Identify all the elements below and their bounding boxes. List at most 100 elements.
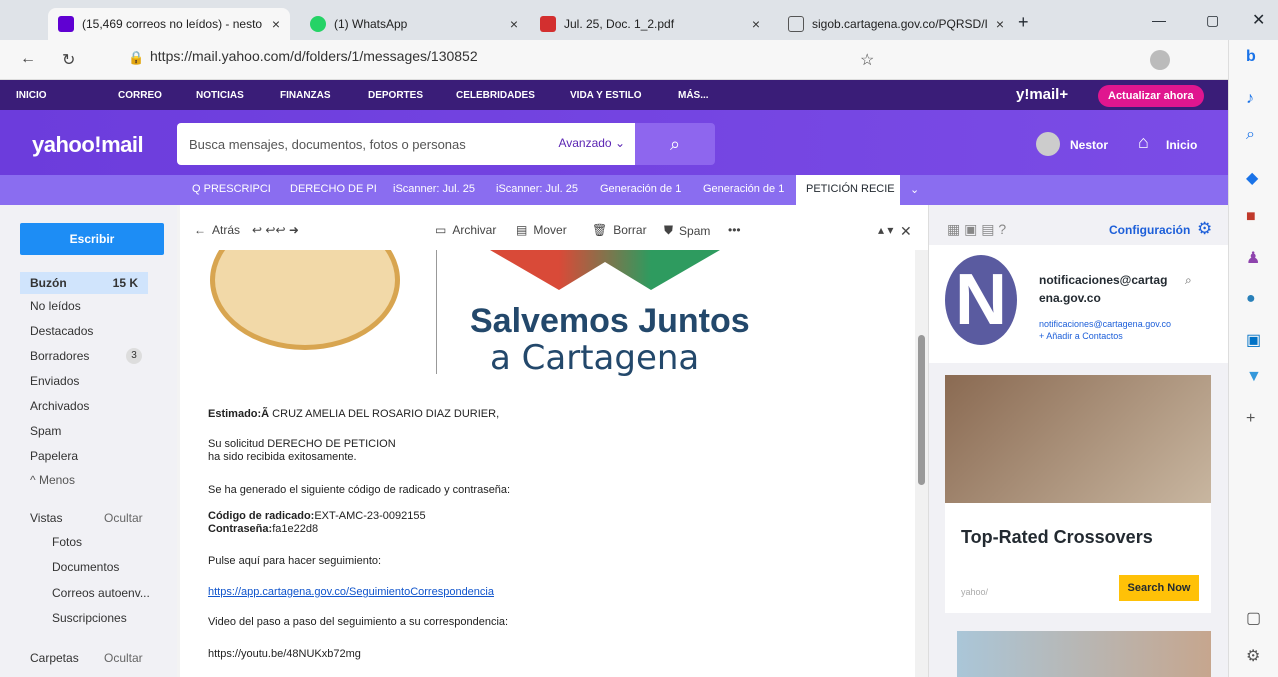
nav-noticias[interactable]: NOTICIAS [196, 90, 244, 101]
folder-trash[interactable]: Papelera [30, 449, 78, 463]
slogan-line-2: a Cartagena [490, 338, 700, 378]
msg-tab[interactable]: Q PRESCRIPCI [192, 183, 282, 195]
ad-card[interactable]: Top-Rated Crossovers yahoo/ Search Now [945, 375, 1211, 613]
close-message-icon[interactable]: ✕ [900, 223, 912, 240]
reply-icon[interactable]: ↩ ↩↩ ➜ [252, 223, 299, 237]
msg-tab[interactable]: iScanner: Jul. 25 [496, 183, 594, 195]
view-self-emails[interactable]: Correos autoenv... [52, 586, 150, 600]
star-icon[interactable]: ☆ [860, 50, 874, 70]
message-toolbar: ← Atrás ↩ ↩↩ ➜ ▭ Archivar ▤ Mover 🗑 Borr… [180, 205, 928, 250]
sidebar-toggle-icon[interactable]: ▢ [1246, 608, 1261, 628]
chevron-down-icon[interactable]: ⌄ [910, 183, 919, 196]
msg-tab[interactable]: iScanner: Jul. 25 [393, 183, 491, 195]
folder-drafts[interactable]: Borradores [30, 349, 89, 363]
slogan-graphic [490, 250, 720, 290]
tab-sigob[interactable]: sigob.cartagena.gov.co/PQRSD/I × [778, 8, 1008, 40]
ad-image-2[interactable] [957, 631, 1211, 677]
settings-link[interactable]: Configuración [1109, 223, 1190, 237]
tab-whatsapp[interactable]: (1) WhatsApp × [300, 8, 528, 40]
profile-icon[interactable] [1150, 50, 1170, 70]
tab-pdf[interactable]: Jul. 25, Doc. 1_2.pdf × [530, 8, 770, 40]
folder-unread[interactable]: No leídos [30, 299, 81, 313]
search-input[interactable]: Busca mensajes, documentos, fotos o pers… [177, 123, 635, 165]
games-icon[interactable]: ♟ [1246, 248, 1260, 268]
delete-button[interactable]: 🗑 Borrar [592, 223, 647, 237]
send-icon[interactable]: ▼ [1246, 368, 1262, 386]
close-icon[interactable]: × [752, 16, 760, 32]
tab-yahoo-mail[interactable]: (15,469 correos no leídos) - nesto × [48, 8, 290, 40]
url-field[interactable]: https://mail.yahoo.com/d/folders/1/messa… [150, 48, 478, 64]
folder-inbox[interactable]: Buzón 15 K [20, 272, 148, 294]
toolbox-icon[interactable]: ■ [1246, 208, 1256, 226]
folders-hide[interactable]: Ocultar [104, 651, 143, 665]
upgrade-button[interactable]: Actualizar ahora [1098, 85, 1204, 107]
back-button[interactable]: ← Atrás [194, 223, 240, 237]
office-icon[interactable]: ● [1246, 290, 1256, 308]
nav-vida[interactable]: VIDA Y ESTILO [570, 90, 642, 101]
mail-icon [58, 16, 74, 32]
search-icon[interactable]: ⌕ [1246, 126, 1255, 144]
folder-starred[interactable]: Destacados [30, 324, 93, 338]
nav-correo[interactable]: CORREO [118, 90, 162, 101]
scroll-thumb[interactable] [918, 335, 925, 485]
archive-button[interactable]: ▭ Archivar [435, 223, 496, 237]
bell-icon[interactable]: ♪ [1246, 90, 1254, 108]
msg-tab-active[interactable]: PETICIÓN RECIE [796, 175, 900, 205]
ad-cta-button[interactable]: Search Now [1119, 575, 1199, 601]
view-subscriptions[interactable]: Suscripciones [52, 611, 127, 625]
advanced-search-button[interactable]: Avanzado ⌄ [558, 136, 625, 150]
minimize-icon[interactable]: — [1152, 12, 1166, 28]
more-button[interactable]: ••• [728, 223, 741, 237]
msg-tab[interactable]: Generación de 1 [600, 183, 696, 195]
search-button[interactable]: ⌕ [635, 123, 715, 165]
move-button[interactable]: ▤ Mover [516, 223, 567, 237]
ad-title[interactable]: Top-Rated Crossovers [961, 527, 1153, 548]
add-icon[interactable]: + [1246, 410, 1255, 428]
gear-icon[interactable]: ⚙ [1197, 219, 1212, 239]
add-contact-link[interactable]: + Añadir a Contactos [1039, 331, 1123, 341]
inbox-count: 15 K [112, 276, 138, 290]
refresh-icon[interactable]: ↻ [62, 50, 75, 70]
video-link[interactable]: https://youtu.be/48NUKxb72mg [208, 648, 361, 661]
tag-icon[interactable]: ◆ [1246, 168, 1258, 188]
folder-archive[interactable]: Archivados [30, 399, 89, 413]
less-toggle[interactable]: ^ Menos [30, 473, 75, 487]
rail-icons[interactable]: ▦ ▣ ▤ ? [947, 221, 1006, 238]
scrollbar[interactable] [915, 250, 928, 677]
window-close-icon[interactable]: ✕ [1252, 10, 1265, 30]
msg-tab[interactable]: Generación de 1 [703, 183, 791, 195]
new-tab-icon[interactable]: + [1018, 12, 1029, 33]
home-icon[interactable]: ⌂ [1138, 132, 1149, 153]
search-icon[interactable]: ⌕ [1185, 273, 1192, 288]
yahoo-mail-logo[interactable]: yahoo!mail [32, 132, 144, 158]
home-link[interactable]: Inicio [1166, 138, 1197, 152]
nav-inicio[interactable]: INICIO [16, 90, 47, 101]
nav-deportes[interactable]: DEPORTES [368, 90, 423, 101]
settings-icon[interactable]: ⚙ [1246, 646, 1260, 666]
folder-sent[interactable]: Enviados [30, 374, 79, 388]
bing-icon[interactable]: b [1246, 48, 1256, 66]
view-documents[interactable]: Documentos [52, 560, 119, 574]
avatar[interactable] [1036, 132, 1060, 156]
spam-button[interactable]: ⛊ Spam [664, 223, 710, 238]
msg-tab[interactable]: DERECHO DE PI [290, 183, 385, 195]
outlook-icon[interactable]: ▣ [1246, 330, 1261, 350]
nav-celebridades[interactable]: CELEBRIDADES [456, 90, 535, 101]
folder-spam[interactable]: Spam [30, 424, 61, 438]
restore-icon[interactable]: ▢ [1206, 12, 1219, 29]
close-icon[interactable]: × [996, 16, 1004, 32]
nav-finanzas[interactable]: FINANZAS [280, 90, 331, 101]
prev-next-icon[interactable]: ▴ ▾ [878, 223, 893, 237]
drafts-count: 3 [126, 348, 142, 364]
close-icon[interactable]: × [510, 16, 518, 32]
nav-mas[interactable]: MÁS... [678, 90, 709, 101]
compose-button[interactable]: Escribir [20, 223, 164, 255]
views-hide[interactable]: Ocultar [104, 511, 143, 525]
back-icon[interactable]: ← [20, 50, 36, 68]
user-name[interactable]: Nestor [1070, 138, 1108, 152]
view-photos[interactable]: Fotos [52, 535, 82, 549]
tracking-link[interactable]: https://app.cartagena.gov.co/Seguimiento… [208, 586, 494, 599]
message-tabs: Q PRESCRIPCI DERECHO DE PI iScanner: Jul… [0, 175, 1228, 205]
sender-email[interactable]: notificaciones@cartagena.gov.co [1039, 319, 1171, 329]
close-icon[interactable]: × [272, 16, 280, 32]
